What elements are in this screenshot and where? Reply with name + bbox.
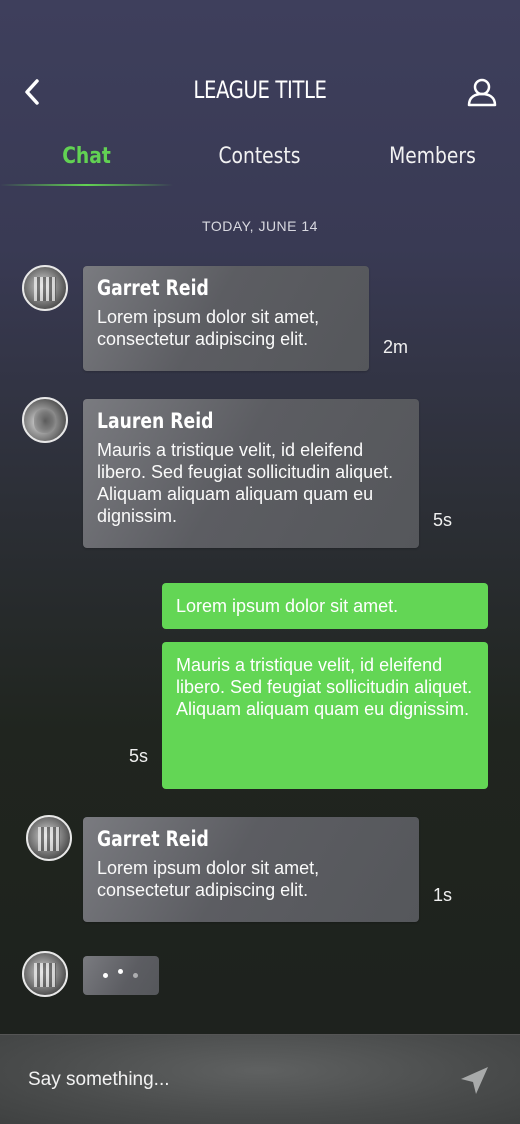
message-input[interactable] [28, 1063, 428, 1097]
sender-name: Garret Reid [97, 276, 209, 300]
sender-name: Garret Reid [97, 827, 209, 851]
message-text: Mauris a tristique velit, id eleifend li… [97, 440, 394, 526]
message-text: Lorem ipsum dolor sit amet, consectetur … [97, 858, 320, 900]
send-icon [461, 1067, 488, 1094]
avatar[interactable] [22, 397, 68, 443]
page-title: LEAGUE TITLE [193, 76, 327, 104]
typing-dot [103, 973, 108, 978]
message-bubble: Lauren Reid Mauris a tristique velit, id… [83, 399, 419, 548]
avatar[interactable] [22, 265, 68, 311]
tab-chat[interactable]: Chat [13, 144, 160, 169]
back-button[interactable] [18, 76, 46, 108]
profile-button[interactable] [466, 76, 498, 108]
message-text: Lorem ipsum dolor sit amet, consectetur … [97, 307, 320, 349]
message-bubble: Garret Reid Lorem ipsum dolor sit amet, … [83, 817, 419, 922]
my-message-bubble: Mauris a tristique velit, id eleifend li… [162, 642, 488, 789]
send-button[interactable] [458, 1065, 492, 1099]
sender-name: Lauren Reid [97, 409, 214, 433]
active-tab-indicator [0, 184, 173, 186]
message-time: 5s [433, 510, 453, 530]
date-separator: TODAY, JUNE 14 [202, 218, 318, 234]
tab-bar: Chat Contests Members [0, 140, 520, 190]
tab-contests[interactable]: Contests [186, 144, 333, 169]
message-time: 2m [383, 337, 409, 357]
message-time: 5s [129, 746, 149, 766]
user-icon [467, 78, 497, 107]
typing-indicator [83, 956, 159, 995]
typing-dot [133, 973, 138, 978]
chevron-left-icon [25, 79, 39, 105]
avatar[interactable] [22, 951, 68, 997]
my-message-bubble: Lorem ipsum dolor sit amet. [162, 583, 488, 629]
typing-dot [118, 969, 123, 974]
tab-members[interactable]: Members [359, 144, 506, 169]
message-composer [0, 1034, 520, 1124]
message-bubble: Garret Reid Lorem ipsum dolor sit amet, … [83, 266, 369, 371]
app-header: LEAGUE TITLE [0, 0, 520, 130]
avatar[interactable] [26, 815, 72, 861]
message-time: 1s [433, 885, 453, 905]
